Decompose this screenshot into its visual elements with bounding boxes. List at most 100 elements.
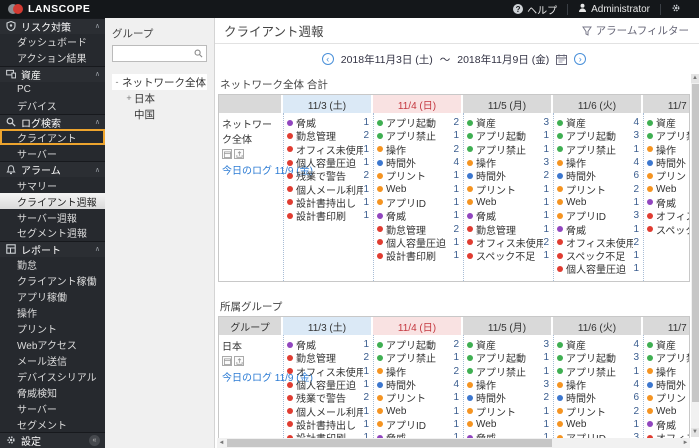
calendar-icon[interactable]: [556, 54, 567, 65]
alarm-item[interactable]: 資産4: [557, 338, 641, 351]
calendar-mini-icon[interactable]: [222, 356, 232, 366]
alarm-item[interactable]: アプリ起動3: [557, 351, 641, 364]
sidebar-section-設定[interactable]: 設定«: [0, 432, 105, 448]
alarm-item[interactable]: オフィス未使用: [647, 209, 690, 222]
sidebar-item-メール送信[interactable]: メール送信: [0, 352, 105, 368]
sidebar-item-デバイス[interactable]: デバイス: [0, 98, 105, 114]
alarm-item[interactable]: Web1: [377, 404, 461, 417]
alarm-item[interactable]: Web: [647, 404, 690, 417]
alarm-item[interactable]: プリント: [647, 169, 690, 182]
alarm-item[interactable]: 勤怠管理1: [467, 222, 551, 235]
alarm-item[interactable]: 個人容量圧迫1: [287, 378, 371, 391]
tree-node-日本[interactable]: +日本: [112, 90, 207, 106]
alarm-item[interactable]: アプリ起動2: [377, 338, 461, 351]
alarm-item[interactable]: 個人容量圧迫1: [377, 236, 461, 249]
alarm-item[interactable]: 時間外2: [467, 169, 551, 182]
alarm-item[interactable]: 資産4: [557, 116, 641, 129]
alarm-item[interactable]: 操作2: [377, 143, 461, 156]
alarm-item[interactable]: プリント1: [377, 169, 461, 182]
alarm-item[interactable]: スペック不足: [647, 222, 690, 235]
group-search-box[interactable]: [112, 45, 207, 62]
alarm-item[interactable]: 残業で警告2: [287, 169, 371, 182]
sidebar-item-脅威検知[interactable]: 脅威検知: [0, 384, 105, 400]
alarm-item[interactable]: 資産3: [467, 338, 551, 351]
collapse-sidebar-button[interactable]: «: [89, 435, 100, 446]
alarm-item[interactable]: Web1: [467, 418, 551, 431]
alarm-item[interactable]: 資産3: [467, 116, 551, 129]
sidebar-section-資産[interactable]: 資産∧: [0, 66, 105, 82]
sidebar-item-デバイスシリアル[interactable]: デバイスシリアル: [0, 368, 105, 384]
alarm-item[interactable]: Web1: [557, 418, 641, 431]
horizontal-scroll-thumb[interactable]: [227, 439, 552, 447]
alarm-item[interactable]: 個人容量圧迫1: [557, 262, 641, 275]
alarm-item[interactable]: 設計書持出し1: [287, 196, 371, 209]
next-week-button[interactable]: ›: [574, 53, 586, 65]
sidebar-item-ダッシュボード[interactable]: ダッシュボード: [0, 34, 105, 50]
alarm-item[interactable]: オフィス未使用2: [557, 236, 641, 249]
scroll-left-button[interactable]: ◄: [217, 440, 226, 446]
alarm-item[interactable]: プリント2: [557, 182, 641, 195]
alarm-item[interactable]: アプリID1: [377, 418, 461, 431]
alarm-item[interactable]: アプリ禁止1: [377, 129, 461, 142]
alarm-item[interactable]: アプリ禁止1: [377, 351, 461, 364]
alarm-item[interactable]: Web1: [467, 196, 551, 209]
sidebar-item-サーバー[interactable]: サーバー: [0, 145, 105, 161]
alarm-item[interactable]: 脅威1: [287, 116, 371, 129]
alarm-item[interactable]: 資産: [647, 338, 690, 351]
alarm-item[interactable]: アプリ禁止1: [467, 365, 551, 378]
alarm-item[interactable]: スペック不足1: [467, 249, 551, 262]
alarm-item[interactable]: 設計書印刷1: [287, 209, 371, 222]
group-search-input[interactable]: [116, 48, 194, 59]
alarm-item[interactable]: 操作: [647, 365, 690, 378]
sidebar-item-サーバー週報[interactable]: サーバー週報: [0, 209, 105, 225]
alarm-item[interactable]: プリント1: [467, 404, 551, 417]
help-button[interactable]: ? ヘルプ: [503, 2, 567, 17]
alarm-item[interactable]: 操作4: [557, 156, 641, 169]
alarm-item[interactable]: 脅威1: [557, 222, 641, 235]
sidebar-item-クライアント週報[interactable]: クライアント週報: [0, 193, 105, 209]
alarm-item[interactable]: アプリ起動2: [377, 116, 461, 129]
alarm-item[interactable]: アプリ禁止: [647, 351, 690, 364]
alarm-item[interactable]: 時間外4: [377, 378, 461, 391]
alarm-item[interactable]: Web: [647, 182, 690, 195]
topbar-settings-button[interactable]: [661, 3, 691, 16]
alarm-item[interactable]: アプリ起動1: [467, 351, 551, 364]
alarm-filter-button[interactable]: アラームフィルター: [582, 23, 689, 38]
alarm-item[interactable]: プリント1: [377, 391, 461, 404]
alarm-item[interactable]: 時間外: [647, 378, 690, 391]
scroll-right-button[interactable]: ►: [681, 440, 690, 446]
alarm-item[interactable]: 操作3: [467, 378, 551, 391]
calendar-mini-icon[interactable]: [222, 149, 232, 159]
export-mini-icon[interactable]: [234, 149, 244, 159]
alarm-item[interactable]: アプリ禁止1: [467, 143, 551, 156]
alarm-item[interactable]: 時間外2: [467, 391, 551, 404]
alarm-item[interactable]: 勤怠管理2: [377, 222, 461, 235]
user-menu-button[interactable]: Administrator: [568, 3, 660, 15]
sidebar-section-レポート[interactable]: レポート∧: [0, 241, 105, 257]
sidebar-item-プリント[interactable]: プリント: [0, 321, 105, 337]
alarm-item[interactable]: 操作4: [557, 378, 641, 391]
alarm-item[interactable]: 勤怠管理2: [287, 351, 371, 364]
alarm-item[interactable]: Web1: [557, 196, 641, 209]
alarm-item[interactable]: 個人メール利用1: [287, 404, 371, 417]
sidebar-section-ログ検索[interactable]: ログ検索∧: [0, 114, 105, 130]
alarm-item[interactable]: 操作2: [377, 365, 461, 378]
collapse-icon[interactable]: -: [112, 77, 122, 87]
alarm-item[interactable]: 時間外6: [557, 169, 641, 182]
tree-node-ネットワーク全体[interactable]: -ネットワーク全体: [112, 74, 207, 90]
alarm-item[interactable]: 操作: [647, 143, 690, 156]
sidebar-item-アクション結果[interactable]: アクション結果: [0, 50, 105, 66]
sidebar-item-クライアント[interactable]: クライアント: [0, 129, 105, 145]
tree-node-中国[interactable]: 中国: [112, 106, 207, 122]
sidebar-section-アラーム[interactable]: アラーム∧: [0, 161, 105, 177]
sidebar-item-セグメント[interactable]: セグメント: [0, 416, 105, 432]
alarm-item[interactable]: アプリ起動1: [467, 129, 551, 142]
alarm-item[interactable]: 設計書印刷1: [377, 249, 461, 262]
sidebar-item-アプリ稼働[interactable]: アプリ稼働: [0, 289, 105, 305]
alarm-item[interactable]: アプリ禁止: [647, 129, 690, 142]
today-log-link[interactable]: 今日のログ 11/9 (金): [222, 369, 281, 384]
alarm-item[interactable]: アプリID1: [377, 196, 461, 209]
alarm-item[interactable]: Web1: [377, 182, 461, 195]
alarm-item[interactable]: 残業で警告2: [287, 391, 371, 404]
sidebar-item-サマリー[interactable]: サマリー: [0, 177, 105, 193]
